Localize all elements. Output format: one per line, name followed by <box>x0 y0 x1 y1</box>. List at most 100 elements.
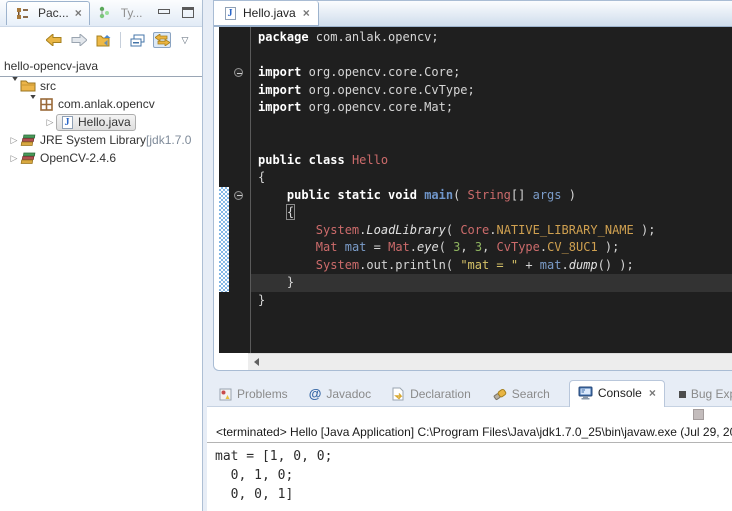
code-line[interactable]: { <box>251 169 732 187</box>
code-line[interactable]: import org.opencv.core.CvType; <box>251 82 732 100</box>
code-token: import <box>258 83 301 97</box>
tree-item-project[interactable]: hello-opencv-java <box>0 57 202 77</box>
code-token: System <box>316 223 359 237</box>
search-icon <box>492 388 507 401</box>
bug-explorer-icon <box>679 391 686 398</box>
type-hierarchy-icon <box>97 6 113 20</box>
scroll-left-icon[interactable] <box>254 358 259 366</box>
code-line[interactable]: System.LoadLibrary( Core.NATIVE_LIBRARY_… <box>251 222 732 240</box>
collapse-all-button[interactable] <box>128 32 146 48</box>
forward-button[interactable] <box>70 32 88 48</box>
terminate-button[interactable] <box>693 409 704 420</box>
tree-item-opencv-library[interactable]: ▷ OpenCV-2.4.6 <box>0 149 202 167</box>
annotation-ruler[interactable] <box>229 27 250 353</box>
code-line[interactable] <box>251 47 732 65</box>
code-line[interactable]: Mat mat = Mat.eye( 3, 3, CvType.CV_8UC1 … <box>251 239 732 257</box>
code-token: System <box>316 258 359 272</box>
code-token: public static void <box>287 188 417 202</box>
tab-javadoc[interactable]: @ Javadoc <box>307 381 373 407</box>
code-line[interactable]: import org.opencv.core.Core; <box>251 64 732 82</box>
code-line[interactable]: package com.anlak.opencv; <box>251 29 732 47</box>
project-tree: hello-opencv-java src com.anlak.opencv ▷… <box>0 53 202 167</box>
expanded-arrow-icon[interactable] <box>8 81 20 91</box>
code-token: ); <box>634 223 656 237</box>
code-token: Hello <box>352 153 388 167</box>
view-menu-button[interactable]: ▽ <box>178 32 192 48</box>
code-line[interactable] <box>251 134 732 152</box>
code-token: main <box>424 188 453 202</box>
maximize-icon[interactable] <box>182 7 194 18</box>
code-line[interactable] <box>251 117 732 135</box>
package-explorer-icon <box>14 6 30 20</box>
editor-tab-label: Hello.java <box>243 6 296 20</box>
forward-arrow-icon <box>71 34 87 46</box>
tab-console[interactable]: Console × <box>569 380 665 407</box>
link-with-editor-button[interactable] <box>153 32 171 48</box>
explorer-toolbar: ▽ <box>0 27 202 53</box>
collapsed-arrow-icon[interactable]: ▷ <box>8 153 20 164</box>
fold-collapse-icon[interactable] <box>234 191 243 200</box>
code-line[interactable]: System.out.println( "mat = " + mat.dump(… <box>251 257 732 275</box>
code-token: ( <box>439 240 453 254</box>
tab-label: Javadoc <box>326 387 371 401</box>
tab-label: Console <box>598 386 642 400</box>
close-icon[interactable]: × <box>303 8 310 18</box>
code-line[interactable]: public static void main( String[] args ) <box>251 187 732 205</box>
code-token: org.opencv.core.Core; <box>301 65 460 79</box>
tree-item-label: OpenCV-2.4.6 <box>40 151 116 165</box>
tab-type-hierarchy[interactable]: Ty... <box>90 2 150 25</box>
library-icon <box>20 133 36 147</box>
console-icon <box>578 386 593 400</box>
navigate-up-button[interactable] <box>95 32 113 48</box>
code-line[interactable]: } <box>251 292 732 310</box>
folder-up-icon <box>96 34 112 47</box>
code-token: { <box>287 205 294 219</box>
editor-tabbar: J Hello.java × <box>214 1 732 27</box>
collapsed-arrow-icon[interactable]: ▷ <box>44 117 56 128</box>
expanded-arrow-icon[interactable] <box>26 99 38 109</box>
selected-item-highlight: J Hello.java <box>56 114 136 131</box>
back-button[interactable] <box>45 32 63 48</box>
collapsed-arrow-icon[interactable]: ▷ <box>8 135 20 146</box>
console-output-line: mat = [1, 0, 0; <box>215 447 732 466</box>
console-output[interactable]: mat = [1, 0, 0; 0, 1, 0; 0, 0, 1] <box>207 443 732 504</box>
console-output-line: 0, 1, 0; <box>215 466 732 485</box>
tab-search[interactable]: Search <box>490 382 552 407</box>
close-icon[interactable]: × <box>75 8 82 18</box>
minimize-icon[interactable] <box>158 9 170 14</box>
tree-item-jre-library[interactable]: ▷ JRE System Library [jdk1.7.0 <box>0 131 202 149</box>
tab-label: Declaration <box>410 387 471 401</box>
tab-package-explorer-label: Pac... <box>38 6 69 20</box>
code-line[interactable]: public class Hello <box>251 152 732 170</box>
code-token <box>258 223 316 237</box>
code-token: } <box>258 275 294 289</box>
code-token: . <box>410 240 417 254</box>
code-line[interactable]: { <box>251 204 732 222</box>
horizontal-scrollbar[interactable] <box>248 353 732 370</box>
tab-bug-explorer[interactable]: Bug Explorer <box>677 382 732 407</box>
code-line[interactable]: } <box>251 274 732 292</box>
tree-item-hello-java[interactable]: ▷ J Hello.java <box>0 113 202 131</box>
code-token <box>258 240 316 254</box>
code-token: NATIVE_LIBRARY_NAME <box>496 223 633 237</box>
editor-body: package com.anlak.opencv; import org.open… <box>214 27 732 370</box>
code-token: , <box>482 240 496 254</box>
tab-problems[interactable]: Problems <box>217 382 290 407</box>
code-token: eye <box>417 240 439 254</box>
code-token <box>258 205 287 219</box>
close-icon[interactable]: × <box>649 388 656 398</box>
tree-item-package[interactable]: com.anlak.opencv <box>0 95 202 113</box>
code-token <box>258 188 287 202</box>
tree-item-label: com.anlak.opencv <box>58 97 155 111</box>
code-line[interactable]: import org.opencv.core.Mat; <box>251 99 732 117</box>
tab-package-explorer[interactable]: Pac... × <box>6 1 90 25</box>
code-token: ) <box>562 188 576 202</box>
console-content: <terminated> Hello [Java Application] C:… <box>207 406 732 511</box>
code-token: .out.println( <box>359 258 460 272</box>
tab-declaration[interactable]: Declaration <box>390 382 473 407</box>
code-editor[interactable]: package com.anlak.opencv; import org.open… <box>251 27 732 353</box>
editor-tab-hello-java[interactable]: J Hello.java × <box>214 1 319 26</box>
code-token: ); <box>598 240 620 254</box>
fold-collapse-icon[interactable] <box>234 68 243 77</box>
tree-item-src[interactable]: src <box>0 77 202 95</box>
